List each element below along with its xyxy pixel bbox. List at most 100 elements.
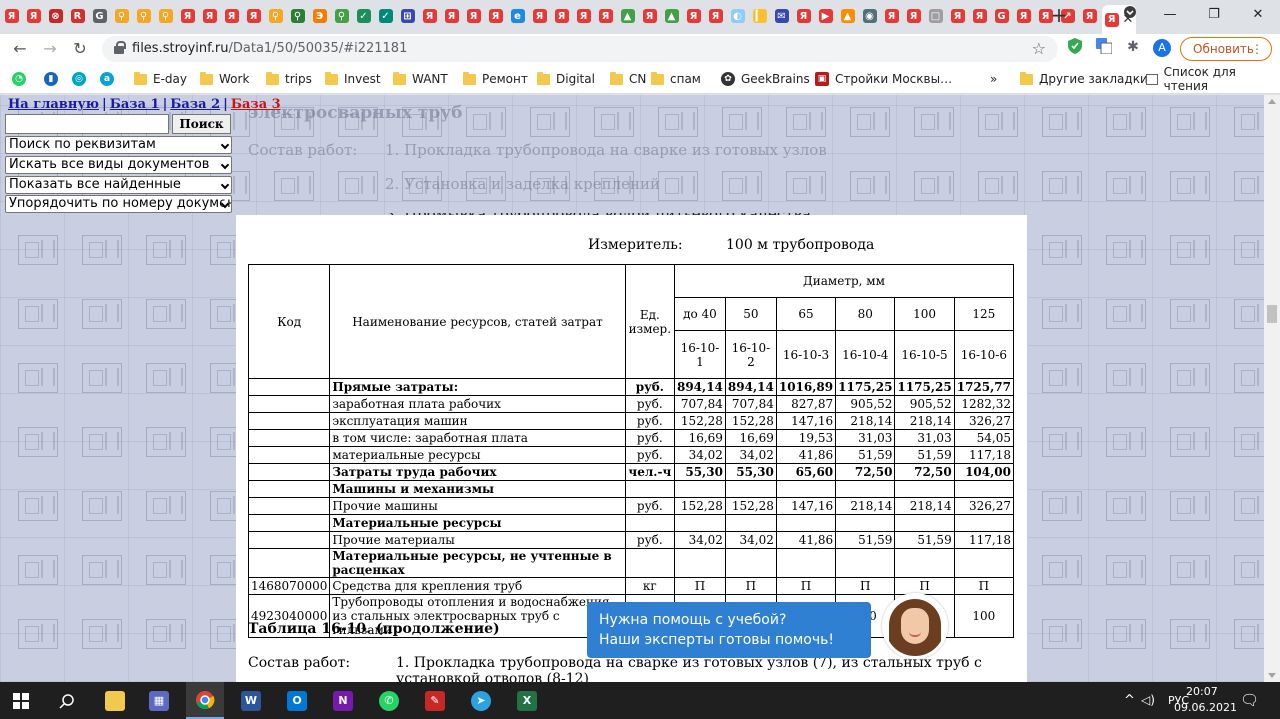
show-results-select[interactable]: Показать все найденные: [5, 176, 232, 194]
windows-start-icon[interactable]: [2, 682, 40, 719]
browser-tab[interactable]: Я: [1014, 5, 1033, 27]
maximize-icon[interactable]: ❐: [1192, 0, 1236, 30]
browser-tab[interactable]: ⊗: [46, 5, 65, 27]
browser-tab[interactable]: Я: [222, 5, 241, 27]
browser-tab[interactable]: Я: [684, 5, 703, 27]
tray-chevron-icon[interactable]: ^: [1124, 693, 1135, 708]
nav-base2-link[interactable]: База 2: [170, 97, 220, 112]
browser-tab[interactable]: ▲: [618, 5, 637, 27]
bookmark-item[interactable]: a: [100, 70, 114, 88]
browser-tab[interactable]: ⚲: [332, 5, 351, 27]
bookmark-item[interactable]: ◎: [72, 70, 86, 88]
browser-tab[interactable]: Я: [552, 5, 571, 27]
bookmark-star-icon[interactable]: ☆: [1032, 39, 1046, 58]
bookmark-item[interactable]: ✿ GeekBrains: [721, 70, 810, 88]
word-icon[interactable]: W: [232, 682, 270, 719]
browser-tab[interactable]: e: [508, 5, 527, 27]
browser-tab[interactable]: ◉: [860, 5, 879, 27]
profile-avatar[interactable]: A: [1153, 38, 1171, 57]
bookmark-item[interactable]: ◔: [12, 70, 26, 88]
bookmark-item[interactable]: Invest: [325, 70, 381, 88]
scroll-thumb[interactable]: [1267, 305, 1277, 323]
browser-tab[interactable]: R: [68, 5, 87, 27]
nav-base1-link[interactable]: База 1: [110, 97, 160, 112]
bookmark-other[interactable]: Другие закладки: [1020, 70, 1148, 88]
bookmark-item[interactable]: Ремонт: [463, 70, 528, 88]
browser-tab[interactable]: Я: [420, 5, 439, 27]
browser-tab[interactable]: G: [90, 5, 109, 27]
back-icon[interactable]: ←: [8, 37, 32, 61]
browser-tab[interactable]: ⚲: [134, 5, 153, 27]
browser-tab[interactable]: ⚲: [156, 5, 175, 27]
calculator-icon[interactable]: ▦: [140, 682, 178, 719]
browser-tab[interactable]: Я: [596, 5, 615, 27]
browser-tab[interactable]: Э: [310, 5, 329, 27]
excel-icon[interactable]: X: [508, 682, 546, 719]
sort-order-select[interactable]: Упорядочить по номеру документа: [5, 195, 232, 213]
browser-tab[interactable]: ✓: [376, 5, 395, 27]
bookmark-item[interactable]: WANT: [393, 70, 448, 88]
browser-tab[interactable]: Я: [794, 5, 813, 27]
bookmark-item[interactable]: Work: [200, 70, 249, 88]
browser-tab[interactable]: Я: [178, 5, 197, 27]
url-text[interactable]: files.stroyinf.ru/Data1/50/50035/#i22118…: [132, 41, 407, 56]
volume-icon[interactable]: ◁): [1141, 693, 1155, 707]
close-window-icon[interactable]: ✕: [1236, 0, 1280, 30]
extensions-puzzle-icon[interactable]: ✱: [1124, 38, 1142, 56]
scroll-up-arrow-icon[interactable]: [1268, 99, 1276, 104]
tab-search-icon[interactable]: [1108, 0, 1152, 30]
translate-extension-icon[interactable]: [1095, 38, 1113, 56]
whatsapp-icon[interactable]: ✆: [370, 682, 408, 719]
menu-dots-icon[interactable]: ⋮: [1251, 38, 1263, 60]
browser-tab[interactable]: □: [926, 5, 945, 27]
browser-tab[interactable]: Я: [970, 5, 989, 27]
browser-tab[interactable]: Я: [1080, 5, 1099, 27]
browser-tab[interactable]: ⚲: [112, 5, 131, 27]
search-button[interactable]: Поиск: [172, 114, 231, 134]
browser-tab[interactable]: G: [992, 5, 1011, 27]
help-agent-avatar[interactable]: [882, 593, 948, 659]
shield-extension-icon[interactable]: [1066, 38, 1084, 56]
bookmark-item[interactable]: trips: [266, 70, 312, 88]
search-mode-select[interactable]: Поиск по реквизитам: [5, 136, 232, 154]
notifications-icon[interactable]: 🗨: [1240, 691, 1259, 709]
clock-time[interactable]: 20:07: [1186, 685, 1218, 698]
outlook-icon[interactable]: O: [278, 682, 316, 719]
browser-tab[interactable]: Я: [882, 5, 901, 27]
browser-tab[interactable]: ▲: [838, 5, 857, 27]
search-input[interactable]: [5, 114, 169, 134]
browser-tab[interactable]: ◐: [728, 5, 747, 27]
nav-home-link[interactable]: На главную: [8, 97, 99, 112]
update-button[interactable]: Обновить ⋮: [1180, 37, 1272, 61]
bookmark-item[interactable]: спам: [651, 70, 701, 88]
new-tab-button[interactable]: +: [1048, 4, 1070, 28]
bookmark-item[interactable]: ▣ Стройки Москвы…: [815, 70, 952, 88]
bookmark-item[interactable]: E-day: [134, 70, 187, 88]
scroll-down-arrow-icon[interactable]: [1268, 673, 1276, 678]
file-explorer-icon[interactable]: [96, 682, 134, 719]
browser-tab[interactable]: Я: [948, 5, 967, 27]
chrome-icon[interactable]: [186, 682, 224, 719]
browser-tab[interactable]: ▲: [662, 5, 681, 27]
browser-tab[interactable]: ▶: [816, 5, 835, 27]
reading-list-button[interactable]: Список для чтения: [1146, 65, 1280, 93]
pdf-editor-icon[interactable]: ✎: [416, 682, 454, 719]
browser-tab[interactable]: Я: [442, 5, 461, 27]
browser-tab[interactable]: Я: [464, 5, 483, 27]
browser-tab[interactable]: Я: [574, 5, 593, 27]
browser-tab[interactable]: ⊞: [398, 5, 417, 27]
browser-tab[interactable]: ▎: [750, 5, 769, 27]
minimize-icon[interactable]: —: [1148, 0, 1192, 30]
browser-tab[interactable]: Я: [706, 5, 725, 27]
browser-tab[interactable]: ✉: [772, 5, 791, 27]
browser-tab[interactable]: Я: [640, 5, 659, 27]
page-scrollbar[interactable]: [1264, 95, 1280, 682]
reload-icon[interactable]: ↻: [68, 37, 92, 61]
telegram-icon[interactable]: ➤: [462, 682, 500, 719]
browser-tab[interactable]: Я: [486, 5, 505, 27]
browser-tab[interactable]: Я: [200, 5, 219, 27]
browser-tab[interactable]: ✓: [354, 5, 373, 27]
lock-icon[interactable]: [114, 41, 126, 54]
browser-tab[interactable]: Я: [2, 5, 21, 27]
doc-type-select[interactable]: Искать все виды документов: [5, 156, 232, 174]
